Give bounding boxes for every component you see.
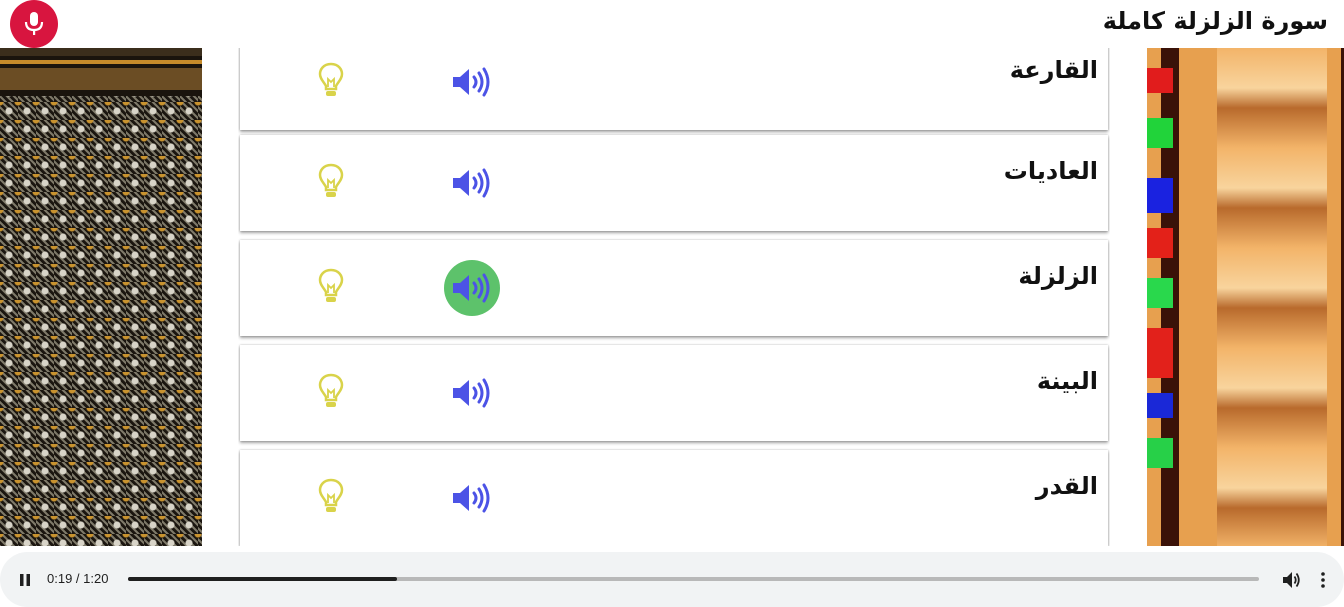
surah-card-active[interactable]: الزلزلة bbox=[240, 240, 1108, 336]
surah-card[interactable]: القدر bbox=[240, 450, 1108, 546]
app-header: سورة الزلزلة كاملة bbox=[0, 0, 1344, 48]
mic-button[interactable] bbox=[10, 0, 58, 48]
hint-button[interactable] bbox=[316, 60, 346, 100]
play-audio-button[interactable] bbox=[444, 365, 500, 421]
left-decorative-panel bbox=[0, 48, 202, 546]
volume-button[interactable] bbox=[1280, 568, 1304, 592]
more-options-button[interactable] bbox=[1313, 568, 1333, 592]
audio-player: 0:19 / 1:20 bbox=[0, 552, 1344, 607]
lightbulb-icon bbox=[318, 373, 344, 407]
progress-fill bbox=[128, 577, 397, 581]
pause-icon bbox=[20, 574, 30, 586]
surah-card[interactable]: العاديات bbox=[240, 135, 1108, 231]
play-audio-button[interactable] bbox=[444, 260, 500, 316]
speaker-icon bbox=[453, 378, 490, 408]
hint-button[interactable] bbox=[316, 476, 346, 516]
time-display: 0:19 / 1:20 bbox=[47, 571, 109, 586]
progress-bar[interactable] bbox=[128, 577, 1259, 581]
surah-name: الزلزلة bbox=[1018, 262, 1098, 290]
speaker-icon bbox=[453, 168, 490, 198]
surah-list: القارعة العاديات الزلزلة البينة القدر bbox=[238, 48, 1110, 546]
lightbulb-icon bbox=[318, 163, 344, 197]
surah-name: العاديات bbox=[1003, 157, 1098, 185]
surah-name: البينة bbox=[1036, 367, 1098, 395]
speaker-icon bbox=[453, 483, 490, 513]
play-audio-button[interactable] bbox=[444, 155, 500, 211]
more-vert-icon bbox=[1321, 572, 1325, 588]
lightbulb-icon bbox=[318, 478, 344, 512]
lightbulb-icon bbox=[318, 62, 344, 96]
hint-button[interactable] bbox=[316, 266, 346, 306]
microphone-icon bbox=[24, 12, 44, 35]
pause-button[interactable] bbox=[14, 569, 36, 591]
play-audio-button[interactable] bbox=[444, 54, 500, 110]
right-decorative-panel bbox=[1147, 48, 1344, 546]
hint-button[interactable] bbox=[316, 371, 346, 411]
page-title: سورة الزلزلة كاملة bbox=[1102, 7, 1328, 35]
hint-button[interactable] bbox=[316, 161, 346, 201]
surah-name: القارعة bbox=[1009, 56, 1098, 84]
speaker-icon bbox=[453, 67, 490, 97]
surah-name: القدر bbox=[1035, 472, 1098, 500]
lightbulb-icon bbox=[318, 268, 344, 302]
volume-icon bbox=[1283, 572, 1300, 588]
speaker-icon bbox=[453, 273, 490, 303]
surah-card[interactable]: القارعة bbox=[240, 48, 1108, 130]
play-audio-button[interactable] bbox=[444, 470, 500, 526]
surah-card[interactable]: البينة bbox=[240, 345, 1108, 441]
